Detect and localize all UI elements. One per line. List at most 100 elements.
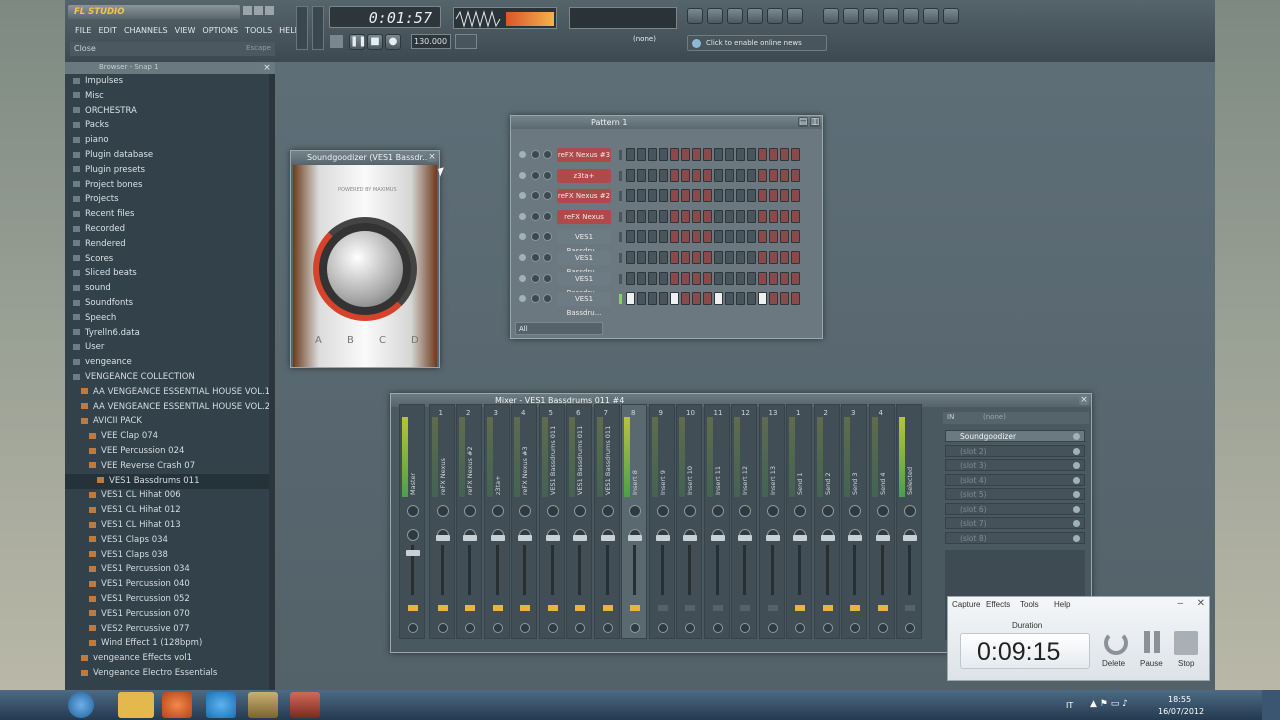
step-button[interactable] [648, 148, 657, 161]
step-button[interactable] [780, 189, 789, 203]
time-display[interactable]: 0:01:57 [329, 6, 441, 28]
online-news-bar[interactable]: Click to enable online news [687, 35, 827, 51]
browser-item[interactable]: ORCHESTRA [65, 104, 273, 119]
step-button[interactable] [725, 168, 734, 182]
route-knob[interactable] [850, 623, 860, 633]
close-icon[interactable]: × [427, 152, 437, 162]
route-knob[interactable] [712, 623, 723, 633]
step-button[interactable] [626, 271, 635, 285]
route-knob[interactable] [575, 623, 585, 633]
pan-knob[interactable] [711, 505, 724, 517]
browser-item[interactable]: Speech [65, 311, 273, 326]
step-button[interactable] [637, 189, 646, 203]
play-icon[interactable]: ❚❚ [349, 34, 367, 50]
browser-item[interactable]: Vengeance Electro Essentials [65, 666, 273, 681]
step-button[interactable] [670, 168, 679, 182]
channel-button[interactable]: reFX Nexus #2 [557, 189, 611, 204]
browser-item[interactable]: VES1 Claps 038 [65, 548, 273, 563]
step-button[interactable] [780, 251, 789, 264]
tray-icons[interactable]: ▲ ⚑ ▭ ♪ [1090, 699, 1128, 709]
send-switch[interactable] [520, 605, 530, 611]
close-icon[interactable]: × [1079, 395, 1089, 405]
stereo-knob[interactable] [407, 529, 419, 541]
step-button[interactable] [714, 271, 723, 285]
mixer-strip[interactable]: Master [399, 404, 425, 639]
step-button[interactable] [648, 168, 657, 182]
step-button[interactable] [692, 230, 701, 244]
browser-item[interactable]: AA VENGEANCE ESSENTIAL HOUSE VOL.1 [65, 385, 273, 400]
taskbar-ie-icon[interactable] [206, 692, 236, 718]
taskbar-recorder-icon[interactable] [290, 692, 320, 718]
send-switch[interactable] [712, 605, 723, 611]
browser-item[interactable]: User [65, 340, 273, 355]
browser-item[interactable]: Sliced beats [65, 266, 273, 281]
pan-knob[interactable] [656, 505, 669, 517]
pattern-selector[interactable] [455, 34, 477, 49]
step-button[interactable] [791, 230, 800, 244]
route-knob[interactable] [822, 623, 833, 633]
volume-fader[interactable] [578, 545, 581, 595]
step-button[interactable] [659, 271, 668, 285]
mixer-strip[interactable]: 9 Insert 9 [648, 404, 675, 639]
mixer-strip[interactable]: 4 Send 4 [868, 404, 895, 639]
browser-item[interactable]: VES1 Percussion 040 [65, 577, 273, 592]
route-knob[interactable] [630, 623, 640, 633]
mixer-strip[interactable]: 2 Send 2 [813, 404, 840, 639]
fx-slot-led[interactable] [1073, 462, 1080, 469]
step-button[interactable] [736, 189, 745, 203]
route-knob[interactable] [437, 623, 448, 633]
step-button[interactable] [769, 292, 778, 306]
browser-item[interactable]: vengeance [65, 355, 273, 370]
step-button[interactable] [758, 189, 767, 203]
mixer-strip[interactable]: 11 Insert 11 [703, 404, 730, 639]
pan-knob[interactable] [876, 505, 889, 517]
browser-item[interactable]: VEE Reverse Crash 07 [65, 459, 273, 474]
browser-item[interactable]: Tyrelln6.data [65, 326, 273, 341]
channel-pan-knob[interactable] [531, 273, 540, 283]
channel-mute-led[interactable] [519, 295, 526, 303]
fader-handle[interactable] [710, 535, 725, 541]
recorder-menu-help[interactable]: Help [1054, 600, 1070, 609]
step-button[interactable] [659, 230, 668, 244]
step-button[interactable] [725, 230, 734, 244]
fx-slot[interactable]: (slot 7) [945, 517, 1085, 529]
menu-item-edit[interactable]: EDIT [98, 26, 116, 35]
browser-item[interactable]: VES1 Claps 034 [65, 533, 273, 548]
pause-icon[interactable] [1144, 631, 1150, 653]
mode-b[interactable]: B [347, 335, 354, 346]
volume-fader[interactable] [825, 545, 829, 595]
undo-icon[interactable] [823, 8, 839, 24]
route-knob[interactable] [905, 623, 915, 633]
volume-fader[interactable] [798, 545, 801, 595]
close-icon[interactable]: × [262, 63, 272, 73]
record-icon[interactable]: ● [385, 34, 401, 50]
step-button[interactable] [648, 209, 657, 223]
step-button[interactable] [725, 292, 734, 306]
step-button[interactable] [681, 251, 690, 264]
browser-item[interactable]: Projects [65, 192, 273, 207]
browser-item[interactable]: Rendered [65, 237, 273, 252]
step-button[interactable] [747, 148, 756, 161]
step-button[interactable] [769, 168, 778, 182]
step-button[interactable] [637, 230, 646, 244]
piano-roll-icon[interactable] [707, 8, 723, 24]
step-button[interactable] [659, 168, 668, 182]
channel-vol-knob[interactable] [543, 211, 552, 221]
step-button[interactable] [736, 230, 745, 244]
step-button[interactable] [780, 230, 789, 244]
step-button[interactable] [703, 292, 712, 306]
step-button[interactable] [791, 148, 800, 161]
send-switch[interactable] [877, 605, 888, 611]
mixer-strip[interactable]: 13 Insert 13 [758, 404, 785, 639]
step-button[interactable] [747, 230, 756, 244]
step-button[interactable] [626, 209, 635, 223]
browser-item[interactable]: VES1 CL Hihat 006 [65, 488, 273, 503]
route-knob[interactable] [520, 623, 530, 633]
fader-handle[interactable] [765, 535, 780, 541]
volume-fader[interactable] [880, 545, 884, 595]
step-button[interactable] [659, 292, 668, 306]
step-button[interactable] [747, 251, 756, 264]
send-switch[interactable] [492, 605, 503, 611]
help-icon[interactable] [943, 8, 959, 24]
mixer-strip[interactable]: 4 reFX Nexus #3 [511, 404, 537, 639]
